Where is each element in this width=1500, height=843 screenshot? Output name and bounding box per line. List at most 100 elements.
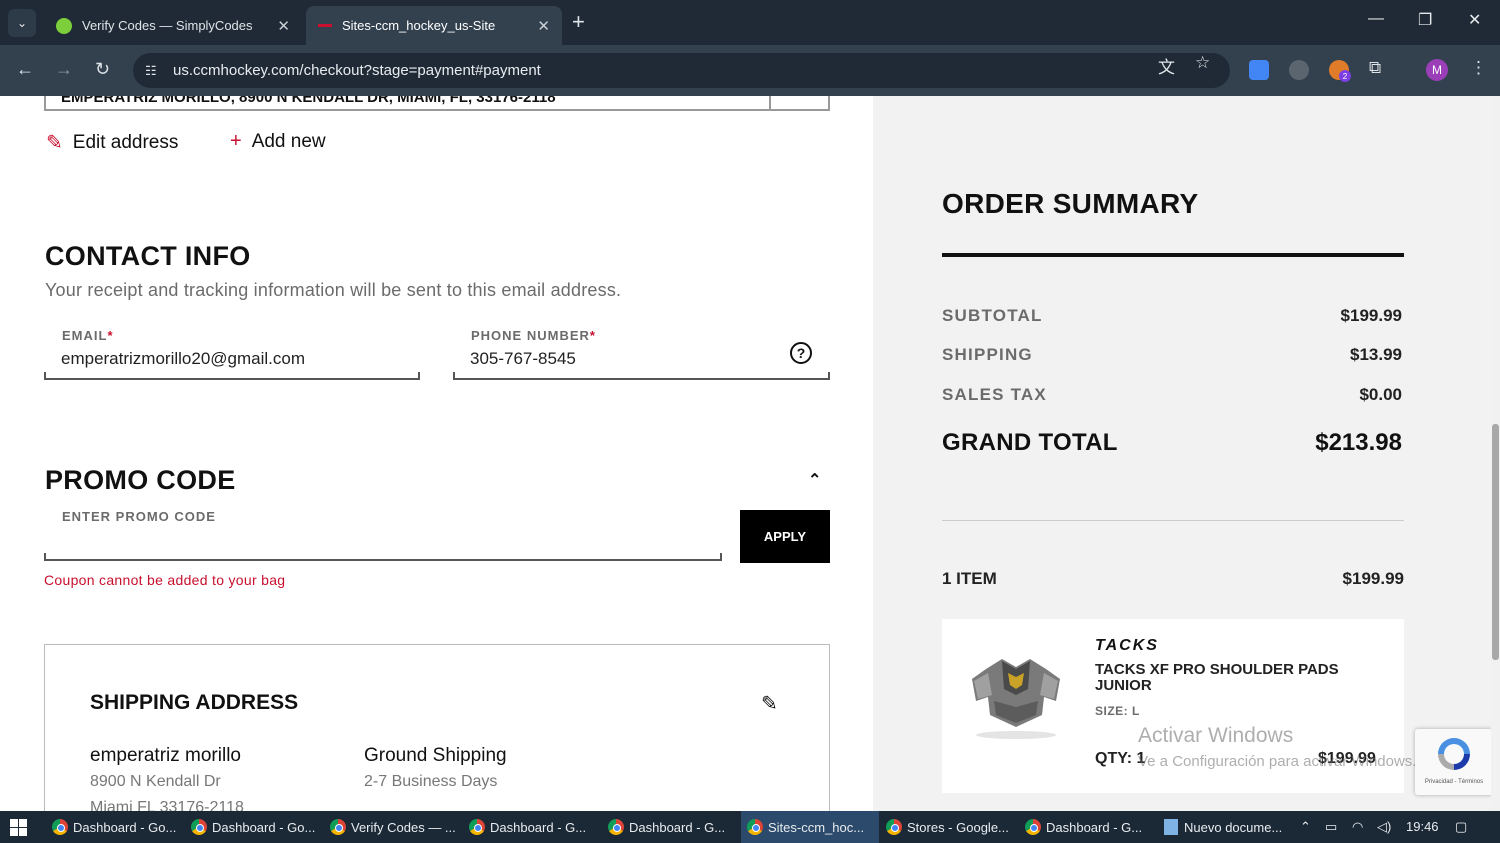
windows-activation-watermark-sub: Ve a Configuración para activar Windows. [1138,753,1417,770]
email-label: EMAIL* [62,328,114,343]
scrollbar-thumb[interactable] [1492,424,1499,660]
product-name: TACKS XF PRO SHOULDER PADS JUNIOR [1095,661,1339,694]
shipping-address-heading: SHIPPING ADDRESS [90,691,299,714]
new-tab-button[interactable]: + [572,11,585,33]
menu-kebab-icon[interactable]: ⋮ [1470,58,1487,78]
taskbar-item[interactable]: Stores - Google... [880,811,1018,843]
chrome-icon [52,819,68,835]
reload-icon[interactable]: ↻ [95,59,110,80]
shipping-method-time: 2-7 Business Days [364,773,498,790]
volume-icon[interactable]: ◁) [1377,819,1391,835]
promo-error-message: Coupon cannot be added to your bag [44,572,286,588]
shipping-method: Ground Shipping [364,745,507,766]
back-icon[interactable]: ← [16,59,34,80]
plus-icon: + [230,130,242,152]
sales-tax-row: SALES TAX $0.00 [942,385,1402,405]
shipping-city: Miami FL 33176-2118 [90,799,244,811]
chevron-up-icon[interactable]: ⌃ [808,470,821,490]
shipping-address-card: SHIPPING ADDRESS ✎ emperatriz morillo 89… [44,644,830,811]
chrome-icon [191,819,207,835]
email-field-underline [44,372,420,380]
contact-info-heading: CONTACT INFO [45,241,251,271]
taskbar-item[interactable]: Verify Codes — ... [324,811,462,843]
taskbar-item[interactable]: Dashboard - Go... [46,811,184,843]
add-new-address-link[interactable]: + Add new [230,130,326,153]
site-info-icon[interactable]: ☷ [145,63,163,79]
taskbar-item[interactable]: Dashboard - G... [463,811,601,843]
restore-icon[interactable]: ❐ [1418,10,1432,30]
sales-tax-value: $0.00 [1359,385,1402,404]
shipping-name: emperatriz morillo [90,745,241,766]
tab-ccm-hockey[interactable]: Sites-ccm_hockey_us-Site ✕ [306,6,562,45]
tab-title: Sites-ccm_hockey_us-Site [342,18,496,33]
taskbar-item-active[interactable]: Sites-ccm_hoc... [741,811,879,843]
recaptcha-badge[interactable]: Privacidad - Términos [1415,729,1493,795]
address-bar[interactable]: ☷ us.ccmhockey.com/checkout?stage=paymen… [133,53,1230,88]
sales-tax-label: SALES TAX [942,385,1047,404]
edit-shipping-pencil-icon[interactable]: ✎ [761,691,778,716]
tab-verify-codes[interactable]: Verify Codes — SimplyCodes ✕ [44,6,302,45]
wifi-icon[interactable]: ◠ [1352,819,1363,835]
order-summary-panel: ORDER SUMMARY SUBTOTAL $199.99 SHIPPING … [873,96,1493,811]
notifications-icon[interactable]: ▢ [1455,819,1467,835]
shipping-street: 8900 N Kendall Dr [90,773,221,790]
bookmark-star-icon[interactable]: ☆ [1195,53,1210,73]
close-window-icon[interactable]: ✕ [1468,10,1481,30]
required-mark: * [589,328,596,343]
phone-label-text: PHONE NUMBER [471,328,590,343]
edit-address-link[interactable]: ✎ Edit address [46,130,178,155]
extensions-puzzle-icon[interactable]: ⧉ [1369,58,1381,78]
close-tab-icon[interactable]: ✕ [277,17,290,35]
taskbar-item[interactable]: Dashboard - G... [1019,811,1157,843]
profile-avatar[interactable]: M [1426,59,1448,81]
chrome-icon [330,819,346,835]
recaptcha-links[interactable]: Privacidad - Términos [1415,779,1493,785]
chrome-icon [608,819,624,835]
subtotal-row: SUBTOTAL $199.99 [942,306,1402,326]
saved-address-select[interactable]: EMPERATRIZ MORILLO, 8900 N KENDALL DR, M… [44,96,830,111]
battery-icon[interactable]: ▭ [1325,819,1337,835]
shoulder-pads-image [972,659,1060,739]
windows-start-icon[interactable] [10,819,27,836]
chrome-icon [886,819,902,835]
apply-promo-button[interactable]: APPLY [740,510,830,563]
promo-code-heading: PROMO CODE [45,465,236,495]
browser-toolbar: ← → ↻ ☷ us.ccmhockey.com/checkout?stage=… [0,45,1500,96]
extension-icon[interactable] [1289,60,1309,80]
email-field[interactable]: emperatrizmorillo20@gmail.com [61,349,305,369]
taskbar-item[interactable]: Nuevo docume... [1158,811,1296,843]
taskbar-item[interactable]: Dashboard - G... [602,811,740,843]
windows-activation-watermark: Activar Windows [1138,724,1294,747]
chrome-icon [1025,819,1041,835]
shipping-value: $13.99 [1350,345,1402,364]
taskbar-item-label: Dashboard - Go... [212,819,316,835]
email-label-text: EMAIL [62,328,108,343]
items-count-label: 1 ITEM [942,569,997,588]
taskbar-item-label: Verify Codes — ... [351,819,456,835]
help-question-icon[interactable]: ? [790,342,812,364]
translate-icon[interactable]: 文 [1158,53,1175,78]
promo-input-label: ENTER PROMO CODE [62,509,216,524]
clock-time[interactable]: 19:46 [1406,819,1439,834]
add-new-label: Add new [251,130,326,152]
tray-chevron-up-icon[interactable]: ⌃ [1300,819,1311,835]
brand-logo: TACKS [1095,637,1159,654]
taskbar-item[interactable]: Dashboard - Go... [185,811,323,843]
select-divider [769,96,771,111]
windows-taskbar: Dashboard - Go... Dashboard - Go... Veri… [0,811,1500,843]
taskbar-item-label: Dashboard - G... [1046,819,1143,835]
minimize-icon[interactable]: — [1368,10,1384,28]
tab-title: Verify Codes — SimplyCodes [82,18,253,33]
items-count-row: 1 ITEM $199.99 [942,569,1404,589]
promo-code-input[interactable] [44,553,722,561]
phone-field[interactable]: 305-767-8545 [470,349,576,369]
forward-icon[interactable]: → [55,59,73,80]
google-translate-extension-icon[interactable] [1249,60,1269,80]
close-tab-icon[interactable]: ✕ [537,17,550,35]
chrome-icon [469,819,485,835]
chrome-icon [747,819,763,835]
tab-search-button[interactable]: ⌄ [8,9,36,37]
contact-info-subtitle: Your receipt and tracking information wi… [45,280,622,300]
checkout-main: EMPERATRIZ MORILLO, 8900 N KENDALL DR, M… [0,96,873,811]
simplycodes-extension-icon[interactable]: 2 [1329,60,1351,82]
